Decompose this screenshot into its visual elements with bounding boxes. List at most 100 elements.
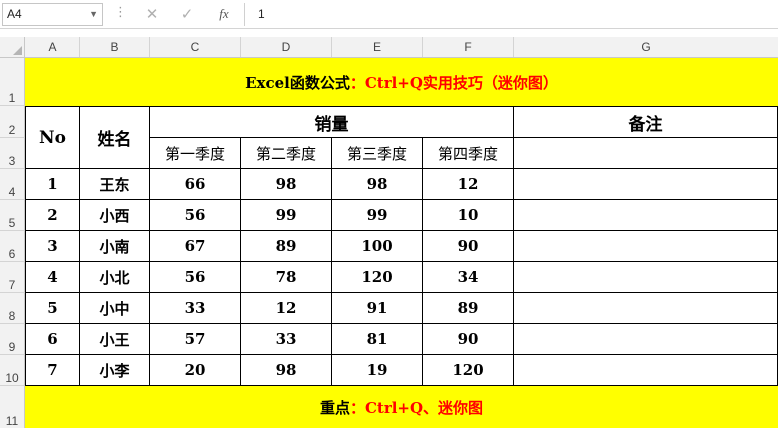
formula-bar: A4 ▼ ⋮ ✕ ✓ fx 1 [0,0,778,29]
remark-cell[interactable] [514,169,778,200]
q1-cell[interactable]: 20 [150,355,241,386]
row-header-10[interactable]: 10 [0,355,25,386]
name-box[interactable]: A4 ▼ [2,3,103,26]
more-options-icon[interactable]: ⋮ [114,6,127,20]
q4-cell[interactable]: 90 [423,231,514,262]
name-cell[interactable]: 小西 [80,200,150,231]
q4-cell[interactable]: 89 [423,293,514,324]
row-header-4[interactable]: 4 [0,169,25,200]
header-remark-cell[interactable]: 备注 [514,107,778,138]
column-header-e[interactable]: E [332,37,423,57]
q2-cell[interactable]: 99 [241,200,332,231]
no-cell[interactable]: 4 [26,262,80,293]
name-cell[interactable]: 小北 [80,262,150,293]
no-cell[interactable]: 2 [26,200,80,231]
q4-cell[interactable]: 12 [423,169,514,200]
q2-cell[interactable]: 78 [241,262,332,293]
enter-icon[interactable]: ✓ [178,5,196,23]
q1-cell[interactable]: 57 [150,324,241,355]
row-number: 11 [5,414,19,428]
row-number: 10 [5,371,19,385]
q3-cell[interactable]: 19 [332,355,423,386]
column-header-a[interactable]: A [26,37,80,57]
name-box-value: A4 [7,7,22,21]
name-cell[interactable]: 小中 [80,293,150,324]
q4-cell[interactable]: 120 [423,355,514,386]
column-header-g[interactable]: G [514,37,778,57]
remark-cell[interactable] [514,324,778,355]
column-header-b[interactable]: B [80,37,150,57]
row-header-11[interactable]: 11 [0,386,25,428]
q3-cell[interactable]: 81 [332,324,423,355]
remark-cell[interactable] [514,262,778,293]
row-number: 7 [8,278,16,292]
column-header-c[interactable]: C [150,37,241,57]
no-cell[interactable]: 3 [26,231,80,262]
row-header-2[interactable]: 2 [0,106,25,138]
no-cell[interactable]: 1 [26,169,80,200]
row-number: 1 [8,91,16,105]
header-q1-cell[interactable]: 第一季度 [150,138,241,169]
q2-cell[interactable]: 33 [241,324,332,355]
q1-cell[interactable]: 67 [150,231,241,262]
header-q4-cell[interactable]: 第四季度 [423,138,514,169]
name-cell[interactable]: 小南 [80,231,150,262]
header-sales-cell[interactable]: 销量 [150,107,514,138]
chevron-down-icon[interactable]: ▼ [89,4,98,25]
row-header-5[interactable]: 5 [0,200,25,231]
no-cell[interactable]: 7 [26,355,80,386]
column-header-f[interactable]: F [423,37,514,57]
no-cell[interactable]: 6 [26,324,80,355]
insert-function-icon[interactable]: fx [215,5,233,23]
name-cell[interactable]: 小王 [80,324,150,355]
column-header-bar: A B C D E F G [0,37,778,58]
q1-cell[interactable]: 56 [150,262,241,293]
footer-text: 重点 [319,398,350,417]
q1-cell[interactable]: 66 [150,169,241,200]
remark-header-lower-cell[interactable] [514,138,778,169]
q4-cell[interactable]: 10 [423,200,514,231]
q3-cell[interactable]: 98 [332,169,423,200]
title-highlight-text: ：Ctrl+Q实用技巧（迷你图） [349,73,558,92]
row-header-3[interactable]: 3 [0,138,25,169]
row-header-1[interactable]: 1 [0,58,25,106]
header-q3-cell[interactable]: 第三季度 [332,138,423,169]
row-header-8[interactable]: 8 [0,293,25,324]
q3-cell[interactable]: 91 [332,293,423,324]
title-text: Excel函数公式 [245,73,350,92]
title-cell[interactable]: Excel函数公式 ：Ctrl+Q实用技巧（迷你图） [25,58,778,106]
row-number: 9 [8,340,16,354]
remark-cell[interactable] [514,200,778,231]
remark-cell[interactable] [514,355,778,386]
header-no-cell[interactable]: No [26,107,80,169]
q1-cell[interactable]: 56 [150,200,241,231]
row-number: 2 [8,123,16,137]
column-header-d[interactable]: D [241,37,332,57]
q4-cell[interactable]: 90 [423,324,514,355]
row-number: 3 [8,154,16,168]
q2-cell[interactable]: 98 [241,169,332,200]
q4-cell[interactable]: 34 [423,262,514,293]
remark-cell[interactable] [514,231,778,262]
header-q2-cell[interactable]: 第二季度 [241,138,332,169]
q2-cell[interactable]: 12 [241,293,332,324]
cancel-icon[interactable]: ✕ [143,5,161,23]
q3-cell[interactable]: 120 [332,262,423,293]
row-header-9[interactable]: 9 [0,324,25,355]
footer-cell[interactable]: 重点 ：Ctrl+Q、迷你图 [25,386,778,428]
name-cell[interactable]: 小李 [80,355,150,386]
q3-cell[interactable]: 100 [332,231,423,262]
formula-input[interactable]: 1 [250,3,776,26]
header-name-cell[interactable]: 姓名 [80,107,150,169]
q2-cell[interactable]: 98 [241,355,332,386]
q2-cell[interactable]: 89 [241,231,332,262]
remark-cell[interactable] [514,293,778,324]
select-all-button[interactable] [0,37,25,57]
row-header-7[interactable]: 7 [0,262,25,293]
row-header-6[interactable]: 6 [0,231,25,262]
footer-highlight-text: ：Ctrl+Q、迷你图 [349,398,484,417]
name-cell[interactable]: 王东 [80,169,150,200]
no-cell[interactable]: 5 [26,293,80,324]
q1-cell[interactable]: 33 [150,293,241,324]
q3-cell[interactable]: 99 [332,200,423,231]
